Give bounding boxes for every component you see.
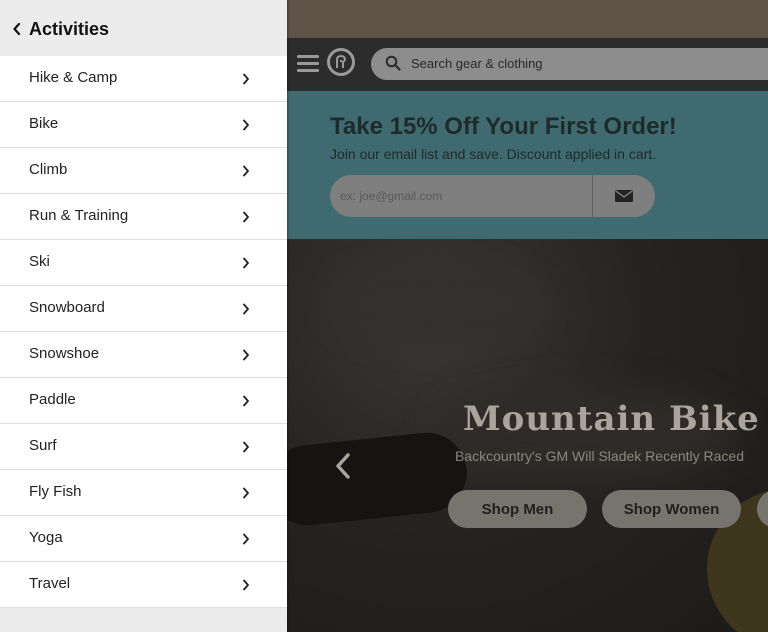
list-item-climb[interactable]: Climb — [0, 148, 287, 194]
list-item-travel[interactable]: Travel — [0, 562, 287, 608]
shop-men-button[interactable]: Shop Men — [448, 490, 587, 528]
hero-title: Mountain Bike A — [463, 399, 768, 439]
list-item-label: Climb — [29, 161, 68, 178]
menu-icon[interactable] — [297, 55, 319, 73]
main-page: Search gear & clothing Take 15% Off Your… — [287, 0, 768, 632]
list-item-paddle[interactable]: Paddle — [0, 378, 287, 424]
logo-icon[interactable] — [327, 48, 355, 76]
back-chevron-icon[interactable] — [12, 22, 22, 41]
hero-handlebar-shape — [287, 428, 471, 530]
list-item-snowboard[interactable]: Snowboard — [0, 286, 287, 332]
chevron-right-icon — [242, 348, 250, 366]
list-item-surf[interactable]: Surf — [0, 424, 287, 470]
signup-title: Take 15% Off Your First Order! — [330, 113, 677, 140]
drawer-header[interactable]: Activities — [0, 0, 287, 56]
list-item-label: Snowboard — [29, 299, 105, 316]
carousel-prev-icon[interactable] — [333, 451, 353, 481]
list-item-label: Surf — [29, 437, 57, 454]
list-item-label: Run & Training — [29, 207, 129, 224]
list-item-yoga[interactable]: Yoga — [0, 516, 287, 562]
top-bar: Search gear & clothing — [287, 38, 768, 91]
promo-strip — [287, 0, 768, 38]
search-icon — [385, 55, 401, 76]
chevron-right-icon — [242, 578, 250, 596]
shop-women-button[interactable]: Shop Women — [602, 490, 741, 528]
list-item-hike-camp[interactable]: Hike & Camp — [0, 56, 287, 102]
signup-subtitle: Join our email list and save. Discount a… — [330, 146, 657, 162]
envelope-icon — [615, 190, 633, 202]
activities-drawer: Activities Hike & Camp Bike Climb Run & … — [0, 0, 287, 632]
list-item-label: Fly Fish — [29, 483, 82, 500]
chevron-right-icon — [242, 486, 250, 504]
list-item-ski[interactable]: Ski — [0, 240, 287, 286]
chevron-right-icon — [242, 256, 250, 274]
list-item-fly-fish[interactable]: Fly Fish — [0, 470, 287, 516]
chevron-right-icon — [242, 440, 250, 458]
list-item-label: Travel — [29, 575, 71, 592]
email-field[interactable] — [330, 175, 592, 217]
list-item-label: Yoga — [29, 529, 63, 546]
list-item-label: Ski — [29, 253, 50, 270]
hero-banner: Mountain Bike A Backcountry's GM Will Sl… — [287, 239, 768, 632]
chevron-right-icon — [242, 72, 250, 90]
activities-list: Hike & Camp Bike Climb Run & Training Sk… — [0, 56, 287, 608]
list-item-bike[interactable]: Bike — [0, 102, 287, 148]
list-item-label: Bike — [29, 115, 59, 132]
list-item-run-training[interactable]: Run & Training — [0, 194, 287, 240]
chevron-right-icon — [242, 164, 250, 182]
email-submit-button[interactable] — [592, 175, 655, 217]
list-item-snowshoe[interactable]: Snowshoe — [0, 332, 287, 378]
list-item-label: Snowshoe — [29, 345, 100, 362]
chevron-right-icon — [242, 532, 250, 550]
list-item-label: Hike & Camp — [29, 69, 118, 86]
chevron-right-icon — [242, 302, 250, 320]
search-bar[interactable]: Search gear & clothing — [371, 48, 768, 80]
drawer-title: Activities — [29, 19, 110, 39]
hero-subtitle: Backcountry's GM Will Sladek Recently Ra… — [455, 448, 744, 464]
search-input[interactable]: Search gear & clothing — [411, 56, 543, 71]
chevron-right-icon — [242, 210, 250, 228]
email-signup-banner: Take 15% Off Your First Order! Join our … — [287, 91, 768, 239]
list-item-label: Paddle — [29, 391, 76, 408]
hero-background — [327, 259, 547, 349]
chevron-right-icon — [242, 118, 250, 136]
email-form — [330, 175, 655, 217]
chevron-right-icon — [242, 394, 250, 412]
